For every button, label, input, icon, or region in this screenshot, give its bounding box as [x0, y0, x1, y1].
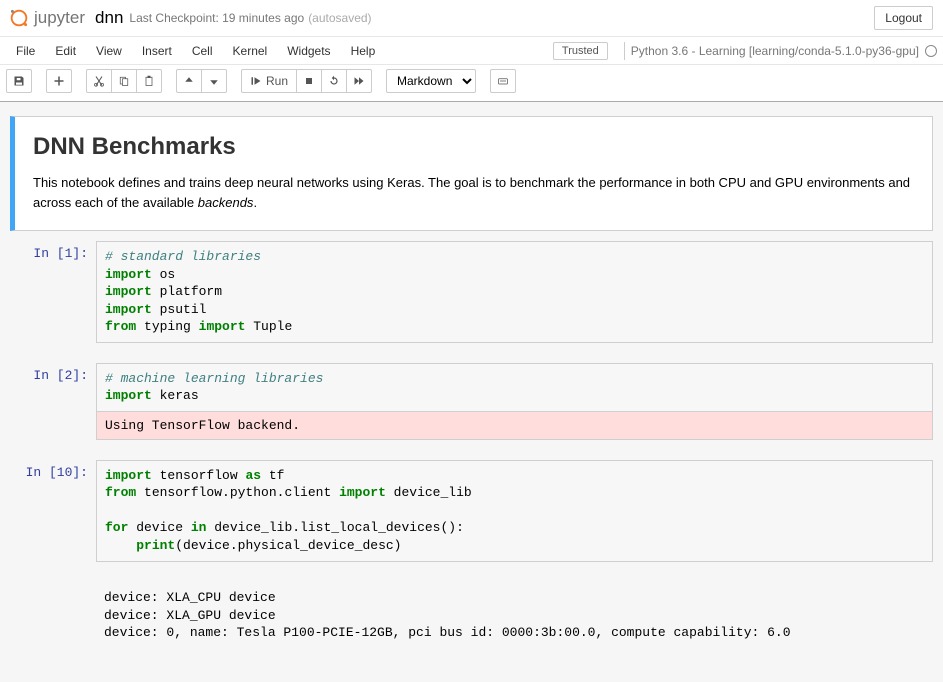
- paste-button[interactable]: [136, 69, 162, 93]
- move-up-button[interactable]: [176, 69, 202, 93]
- menu-file[interactable]: File: [6, 40, 45, 62]
- trusted-indicator[interactable]: Trusted: [553, 42, 608, 60]
- copy-button[interactable]: [111, 69, 137, 93]
- menu-edit[interactable]: Edit: [45, 40, 86, 62]
- output-stderr: Using TensorFlow backend.: [96, 412, 933, 440]
- code-cell-2[interactable]: In [2]: # machine learning libraries imp…: [10, 363, 933, 440]
- code-input[interactable]: # standard libraries import os import pl…: [96, 241, 933, 343]
- autosave-text: (autosaved): [308, 11, 371, 25]
- jupyter-logo[interactable]: jupyter: [8, 7, 85, 29]
- cut-button[interactable]: [86, 69, 112, 93]
- input-prompt: In [1]:: [10, 241, 96, 343]
- menu-widgets[interactable]: Widgets: [277, 40, 340, 62]
- menubar: File Edit View Insert Cell Kernel Widget…: [0, 37, 943, 65]
- code-input[interactable]: # machine learning libraries import kera…: [96, 363, 933, 412]
- divider: [624, 42, 625, 60]
- checkpoint-text: Last Checkpoint: 19 minutes ago: [129, 11, 304, 25]
- celltype-select[interactable]: Markdown: [386, 69, 476, 93]
- menu-help[interactable]: Help: [341, 40, 386, 62]
- code-cell-1[interactable]: In [1]: # standard libraries import os i…: [10, 241, 933, 343]
- code-cell-3[interactable]: In [10]: import tensorflow as tf from te…: [10, 460, 933, 562]
- edit-group: [86, 69, 162, 93]
- kernel-name[interactable]: Python 3.6 - Learning [learning/conda-5.…: [631, 44, 919, 58]
- output-cell-3: device: XLA_CPU device device: XLA_GPU d…: [10, 566, 933, 648]
- logout-button[interactable]: Logout: [874, 6, 933, 30]
- interrupt-button[interactable]: [296, 69, 322, 93]
- save-button[interactable]: [6, 69, 32, 93]
- menu-cell[interactable]: Cell: [182, 40, 223, 62]
- kernel-status-icon[interactable]: [925, 45, 937, 57]
- command-palette-button[interactable]: [490, 69, 516, 93]
- restart-run-all-button[interactable]: [346, 69, 372, 93]
- jupyter-icon: [8, 7, 30, 29]
- markdown-cell[interactable]: DNN Benchmarks This notebook defines and…: [10, 116, 933, 231]
- input-prompt: In [2]:: [10, 363, 96, 440]
- run-button[interactable]: Run: [241, 69, 297, 93]
- code-input[interactable]: import tensorflow as tf from tensorflow.…: [96, 460, 933, 562]
- output-prompt: [10, 566, 96, 648]
- output-stdout: device: XLA_CPU device device: XLA_GPU d…: [96, 566, 933, 648]
- jupyter-logo-text: jupyter: [34, 8, 85, 28]
- toolbar: Run Markdown: [0, 65, 943, 101]
- move-down-button[interactable]: [201, 69, 227, 93]
- md-title: DNN Benchmarks: [33, 133, 914, 161]
- menu-kernel[interactable]: Kernel: [223, 40, 278, 62]
- md-body: This notebook defines and trains deep ne…: [33, 173, 914, 212]
- move-group: [176, 69, 227, 93]
- run-group: Run: [241, 69, 372, 93]
- run-label: Run: [266, 74, 288, 88]
- add-cell-button[interactable]: [46, 69, 72, 93]
- menu-insert[interactable]: Insert: [132, 40, 182, 62]
- notebook-name[interactable]: dnn: [95, 8, 123, 28]
- notebook-container: DNN Benchmarks This notebook defines and…: [0, 101, 943, 682]
- menu-view[interactable]: View: [86, 40, 132, 62]
- restart-button[interactable]: [321, 69, 347, 93]
- notebook-header: jupyter dnn Last Checkpoint: 19 minutes …: [0, 0, 943, 37]
- input-prompt: In [10]:: [10, 460, 96, 562]
